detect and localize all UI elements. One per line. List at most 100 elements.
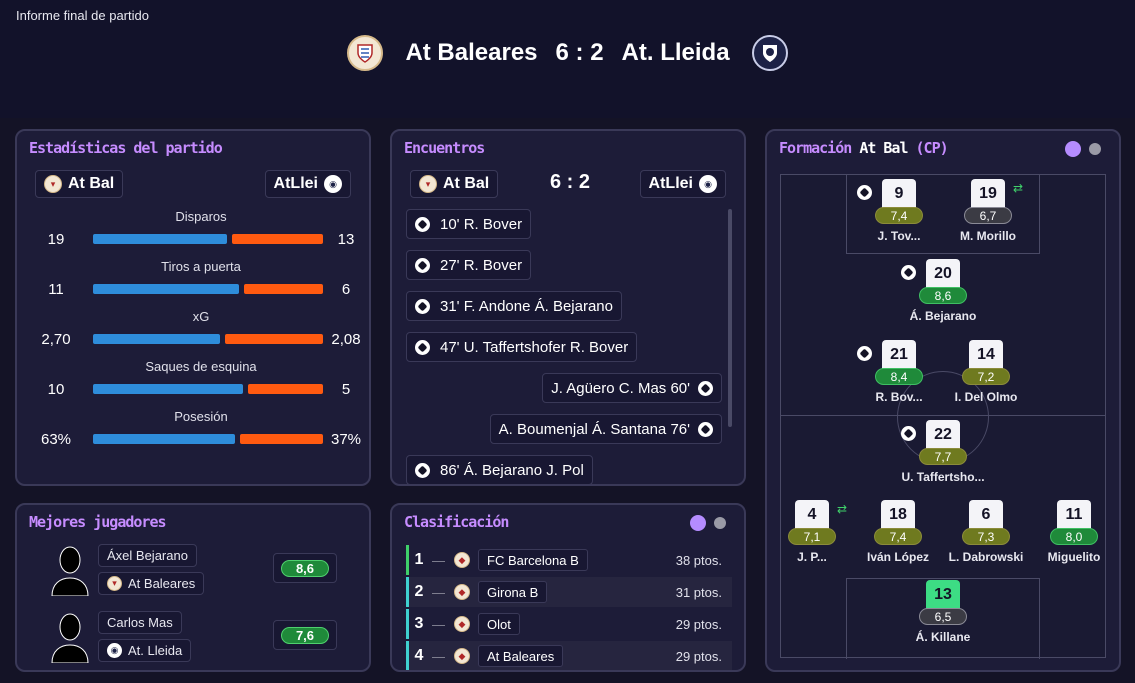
event-text: 47' U. Taffertshofer R. Bover [440,338,629,356]
event-item[interactable]: A. Boumenjal Á. Santana 76' [489,414,722,444]
stat-bar-home [93,334,220,344]
ball-icon [415,216,430,232]
player-rating: 8,6 [919,287,967,304]
stat-row: Disparos 19 13 [31,209,371,259]
standings-panel: Clasificación 1 — ◆ FC Barcelona B 38 ptos. 2… [390,503,746,672]
standings-team: Olot [478,613,520,635]
standings-row[interactable]: 1 — ◆ FC Barcelona B 38 ptos. [406,545,732,575]
best-player-name: Áxel Bejarano [98,544,197,567]
rating-value: 7,6 [281,627,329,644]
best-player[interactable]: Áxel Bejarano ▾ At Baleares 8,6 [30,544,350,606]
event-text: 27' R. Bover [440,256,523,274]
event-item[interactable]: 31' F. Andone Á. Bejarano [406,291,622,321]
position-indicator [406,577,409,607]
ball-icon [415,298,430,314]
events-panel: Encuentros ▾ At Bal 6 : 2 AtLlei ◉ 10' R… [390,129,746,486]
standings-row[interactable]: 4 — ◆ At Baleares 29 ptos. [406,641,732,670]
page-dot[interactable] [714,517,726,529]
stats-home-chip[interactable]: ▾ At Bal [35,170,124,198]
event-item[interactable]: 27' R. Bover [406,250,532,280]
events-title: Encuentros [404,139,485,157]
standings-position: 4 [414,647,424,664]
club-crest-icon: ◆ [454,552,470,568]
best-player-team: ◉ At. Lleida [98,639,192,662]
position-indicator [406,545,409,575]
stat-home-value: 2,70 [41,331,71,348]
stat-away-value: 2,08 [331,331,361,348]
best-player-rating: 7,6 [273,620,337,650]
standings-points: 38 ptos. [675,552,722,568]
shirt-icon: 22 [920,420,966,450]
team-name: At Baleares [128,576,196,591]
stat-label: xG [192,309,210,324]
substitution-icon: ⇄ [837,502,848,516]
player-name: Á. Killane [915,630,971,644]
position-indicator [406,609,409,639]
stat-bar-away [225,334,323,344]
event-item[interactable]: 47' U. Taffertshofer R. Bover [406,332,638,362]
player-rating: 8,0 [1050,528,1098,545]
stat-bar [93,384,323,394]
event-text: J. Agüero C. Mas 60' [551,379,690,397]
player-name: M. Morillo [960,229,1016,243]
shirt-icon: 6 [963,500,1009,530]
standings-position: 2 [414,583,424,600]
standings-position: 1 [414,551,424,568]
match-stats-panel: Estadísticas del partido ▾ At Bal AtLlei… [15,129,371,486]
formation-title: Formación At Bal (CP) [779,139,949,157]
page-dot-active[interactable] [1065,141,1081,157]
event-text: A. Boumenjal Á. Santana 76' [498,420,690,438]
player-rating: 7,4 [874,528,922,545]
substitution-icon: ⇄ [1013,181,1024,195]
stat-away-value: 5 [341,381,351,398]
shirt-icon: 11 [1051,500,1097,530]
event-item[interactable]: J. Agüero C. Mas 60' [542,373,722,403]
shirt-icon: 21 [876,340,922,370]
stat-bar [93,234,323,244]
club-crest-icon: ◉ [324,175,342,193]
event-text: 86' Á. Bejarano J. Pol [440,461,584,479]
best-player-rating: 8,6 [273,553,337,583]
best-player-team: ▾ At Baleares [98,572,205,595]
standings-points: 29 ptos. [675,648,722,664]
shirt-icon: 18 [875,500,921,530]
best-player[interactable]: Carlos Mas ◉ At. Lleida 7,6 [30,611,350,673]
stat-away-value: 37% [330,431,362,448]
final-score: 6 : 2 [555,39,604,66]
best-player-name: Carlos Mas [98,611,182,634]
standings-row[interactable]: 2 — ◆ Girona B 31 ptos. [406,577,732,607]
report-label: Informe final de partido [16,8,149,23]
away-team-name: At. Lleida [621,39,730,66]
stat-row: xG 2,70 2,08 [31,309,371,359]
standings-row[interactable]: 3 — ◆ Olot 29 ptos. [406,609,732,639]
standings-points: 31 ptos. [675,584,722,600]
events-scrollbar[interactable] [728,209,732,427]
ball-icon [901,426,916,441]
ball-icon [415,462,430,478]
events-away-chip[interactable]: AtLlei ◉ [639,170,726,198]
stat-bar-home [93,434,235,444]
position-change-icon: — [432,648,445,664]
event-item[interactable]: 10' R. Bover [406,209,532,239]
home-crest-icon [347,35,384,71]
stat-label: Disparos [175,209,227,224]
club-crest-icon: ◉ [107,643,122,658]
page-dot-active[interactable] [690,515,706,531]
stats-away-chip[interactable]: AtLlei ◉ [264,170,351,198]
stat-label: Saques de esquina [145,359,257,374]
player-silhouette-icon [50,544,90,597]
event-item[interactable]: 86' Á. Bejarano J. Pol [406,455,593,484]
stat-bar [93,434,323,444]
stat-home-value: 10 [47,381,65,398]
shirt-icon: 19 [965,179,1011,209]
away-crest-icon [751,35,788,71]
page-dot[interactable] [1089,143,1101,155]
stat-row: Saques de esquina 10 5 [31,359,371,409]
player-name: U. Taffertsho... [901,470,985,484]
standings-title: Clasificación [404,513,509,531]
standings-team: Girona B [478,581,548,603]
stat-bar-away [240,434,323,444]
club-crest-icon: ▾ [107,576,122,591]
stat-row: Tiros a puerta 11 6 [31,259,371,309]
club-crest-icon: ◆ [454,648,470,664]
